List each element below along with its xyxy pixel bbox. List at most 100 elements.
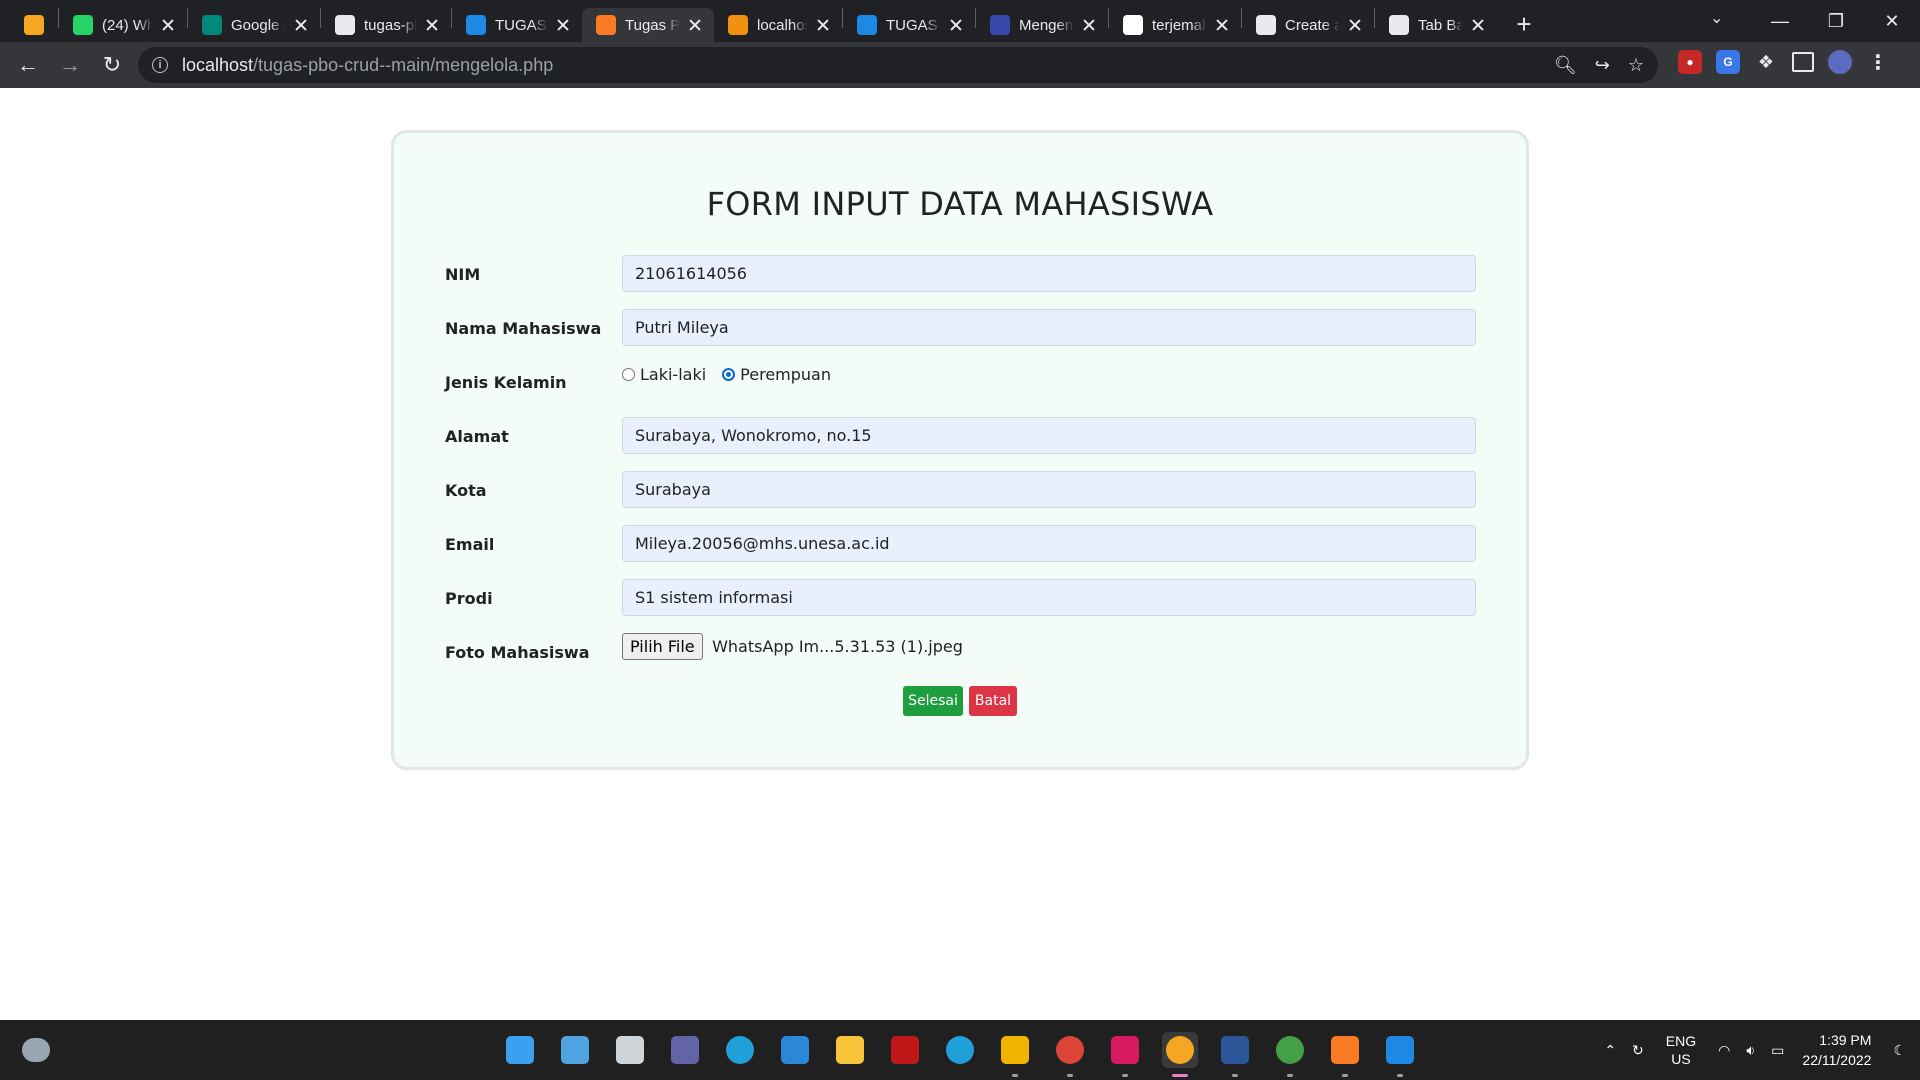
form-title: FORM INPUT DATA MAHASISWA	[706, 185, 1214, 223]
prodi-label: Prodi	[445, 589, 493, 608]
browser-tab[interactable]: TUGAS 5	[843, 8, 975, 42]
forward-button[interactable]: →	[50, 45, 90, 85]
gender-radio-perempuan[interactable]	[722, 368, 736, 381]
chrome-dev-icon[interactable]	[1272, 1032, 1308, 1077]
chrome-menu-icon[interactable]: ⋮	[1866, 50, 1890, 74]
store-icon[interactable]	[777, 1032, 813, 1068]
share-icon[interactable]: ↪	[1595, 55, 1610, 76]
battery-icon[interactable]: ▭	[1771, 1042, 1784, 1059]
clock[interactable]: 1:39 PM 22/11/2022	[1802, 1030, 1871, 1070]
volume-icon[interactable]: 🔉︎	[1746, 1042, 1755, 1059]
kota-input[interactable]: Surabaya	[622, 471, 1476, 508]
word-icon-glyph	[1221, 1036, 1249, 1064]
gender-radio-laki[interactable]	[622, 368, 635, 381]
site-info-icon[interactable]: i	[152, 57, 168, 73]
profile-avatar[interactable]	[1828, 50, 1852, 74]
back-button[interactable]: ←	[8, 45, 48, 85]
tab-close-icon[interactable]	[554, 16, 572, 34]
do-not-disturb-icon[interactable]: ☾	[1893, 1042, 1906, 1059]
edge-icon[interactable]	[722, 1032, 758, 1068]
tab-close-icon[interactable]	[1080, 16, 1098, 34]
mcafee-icon-glyph	[891, 1036, 919, 1064]
start-icon[interactable]	[502, 1032, 538, 1068]
screen-recorder-icon[interactable]	[1107, 1032, 1143, 1077]
show-hidden-icons-chevron-icon[interactable]: ⌃	[1604, 1042, 1616, 1059]
xampp-icon-glyph	[1331, 1036, 1359, 1064]
browser-tab[interactable]: localhost	[714, 8, 842, 42]
browser-tab[interactable]: Tugas PBO	[582, 8, 714, 42]
chrome-canary-icon	[24, 15, 44, 35]
classroom-icon	[857, 15, 877, 35]
tab-close-icon[interactable]	[686, 16, 704, 34]
chrome-canary-icon[interactable]	[1162, 1032, 1198, 1077]
tab-close-icon[interactable]	[292, 16, 310, 34]
browser-tab[interactable]: Tab Baru	[1375, 8, 1497, 42]
tab-title: tugas-pbo	[364, 16, 417, 34]
word-icon[interactable]	[1217, 1032, 1253, 1077]
choose-file-button[interactable]: Pilih File	[622, 633, 703, 660]
tab-close-icon[interactable]	[947, 16, 965, 34]
gender-option-perempuan[interactable]: Perempuan	[740, 365, 831, 384]
input-language-indicator[interactable]: ENG US	[1666, 1032, 1696, 1068]
chrome-dev-icon-glyph	[1276, 1036, 1304, 1064]
email-input[interactable]: Mileya.20056@mhs.unesa.ac.id	[622, 525, 1476, 562]
save-button[interactable]: Selesai	[903, 686, 963, 716]
browser-tab[interactable]: tugas-pbo	[321, 8, 451, 42]
mcafee-icon[interactable]	[887, 1032, 923, 1068]
reload-button[interactable]: ↻	[92, 45, 132, 85]
browser-tab[interactable]: Mengenal	[976, 8, 1108, 42]
edge-dev-icon[interactable]	[942, 1032, 978, 1068]
extension-red-icon[interactable]: ●	[1678, 50, 1702, 74]
clock-date: 22/11/2022	[1802, 1052, 1872, 1068]
nim-input[interactable]: 21061614056	[622, 255, 1476, 292]
browser-tab[interactable]	[12, 8, 58, 42]
chrome-icon[interactable]	[1052, 1032, 1088, 1077]
tab-close-icon[interactable]	[814, 16, 832, 34]
extensions-puzzle-icon[interactable]: ❖	[1754, 50, 1778, 74]
google-translate-icon[interactable]: G	[1716, 50, 1740, 74]
browser-tab[interactable]: TUGAS 5	[452, 8, 582, 42]
side-panel-icon[interactable]	[1792, 52, 1814, 72]
tab-close-icon[interactable]	[423, 16, 441, 34]
bookmark-star-icon[interactable]: ☆	[1628, 55, 1644, 76]
zoom-icon[interactable]: 🔍︎	[1554, 55, 1577, 76]
tab-close-icon[interactable]	[159, 16, 177, 34]
url-text[interactable]: localhost/tugas-pbo-crud--main/mengelola…	[182, 55, 553, 76]
task-view-icon[interactable]	[612, 1032, 648, 1068]
tab-close-icon[interactable]	[1213, 16, 1231, 34]
row-alamat: Alamat Surabaya, Wonokromo, no.15	[445, 417, 1476, 455]
browser-tab[interactable]: Create a	[1242, 8, 1374, 42]
browser-tab[interactable]: terjemahan	[1109, 8, 1241, 42]
react-icon	[990, 15, 1010, 35]
taskbar: ⌃ ↻ ENG US ◠ 🔉︎ ▭ 1:39 PM 22/11/2022 ☾	[0, 1020, 1920, 1080]
gender-option-laki[interactable]: Laki-laki	[640, 365, 706, 384]
nama-input[interactable]: Putri Mileya	[622, 309, 1476, 346]
sync-icon[interactable]: ↻	[1632, 1042, 1644, 1059]
tab-close-icon[interactable]	[1469, 16, 1487, 34]
cancel-button[interactable]: Batal	[969, 686, 1017, 716]
tab-close-icon[interactable]	[1346, 16, 1364, 34]
wifi-icon[interactable]: ◠	[1718, 1042, 1730, 1059]
maximize-button[interactable]: ❐	[1808, 0, 1864, 42]
file-explorer-icon[interactable]	[832, 1032, 868, 1068]
search-icon[interactable]	[557, 1032, 593, 1068]
chrome-canary-icon-glyph	[1166, 1036, 1194, 1064]
weather-widget-icon[interactable]	[22, 1038, 50, 1062]
alamat-label: Alamat	[445, 427, 509, 446]
browser-tab[interactable]: (24) WhatsApp	[59, 8, 187, 42]
alamat-input[interactable]: Surabaya, Wonokromo, no.15	[622, 417, 1476, 454]
row-foto: Foto Mahasiswa Pilih File WhatsApp Im...…	[445, 633, 1475, 671]
new-tab-button[interactable]: +	[1509, 9, 1539, 40]
minimize-button[interactable]: —	[1752, 0, 1808, 42]
browser-tab[interactable]: Google Meet	[188, 8, 320, 42]
address-bar[interactable]: i localhost/tugas-pbo-crud--main/mengelo…	[138, 47, 1658, 83]
git-icon[interactable]	[997, 1032, 1033, 1077]
xampp-icon[interactable]	[1327, 1032, 1363, 1077]
tab-search-chevron-icon[interactable]: ⌄	[1710, 8, 1723, 28]
phpmyadmin-icon	[728, 15, 748, 35]
prodi-input[interactable]: S1 sistem informasi	[622, 579, 1476, 616]
chosen-file-name: WhatsApp Im...5.31.53 (1).jpeg	[712, 637, 963, 656]
teams-chat-icon[interactable]	[667, 1032, 703, 1068]
vscode-icon[interactable]	[1382, 1032, 1418, 1077]
close-window-button[interactable]: ✕	[1864, 0, 1920, 42]
